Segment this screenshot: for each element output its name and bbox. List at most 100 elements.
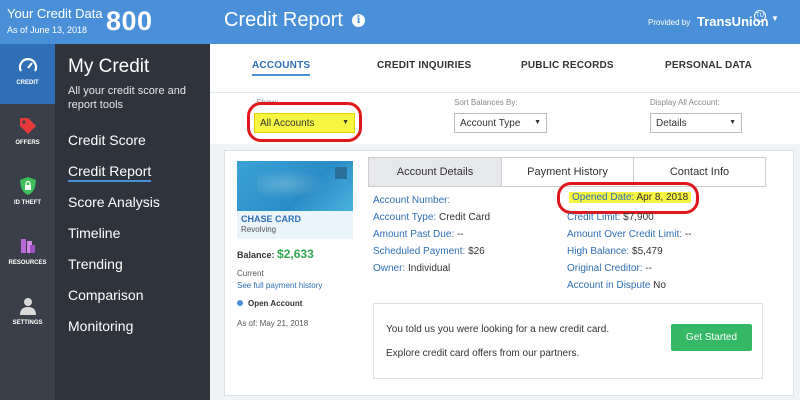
tag-icon	[19, 118, 36, 134]
tab-credit-inquiries[interactable]: CREDIT INQUIRIES	[377, 60, 471, 71]
detail-key: Owner:	[373, 263, 406, 274]
detail-key: Scheduled Payment:	[373, 246, 466, 257]
detail-account-type: Account Type: Credit Card	[373, 212, 490, 223]
rail-item-offers[interactable]: OFFERS	[0, 104, 55, 164]
as-of-date: As of June 13, 2018	[7, 25, 88, 35]
tab-accounts[interactable]: ACCOUNTS	[252, 60, 311, 76]
filter-bar: Show: All Accounts ▼ Sort Balances By: A…	[210, 92, 800, 144]
transunion-mark: TU	[754, 10, 766, 22]
open-account-status: Open Account	[237, 299, 302, 308]
page-title: Credit Report	[224, 9, 343, 31]
display-select-value: Details	[656, 118, 687, 129]
rail-label: SETTINGS	[12, 320, 43, 326]
balance: Balance: $2,633	[237, 247, 314, 261]
payment-history-link[interactable]: See full payment history	[237, 281, 322, 290]
nav-item-score-analysis[interactable]: Score Analysis	[68, 194, 160, 210]
detail-value: No	[653, 280, 666, 291]
detail-key: Amount Over Credit Limit:	[567, 229, 683, 240]
card-chip-graphic	[335, 167, 347, 179]
nav-item-timeline[interactable]: Timeline	[68, 225, 120, 241]
tab-account-details[interactable]: Account Details	[369, 158, 502, 186]
rail-item-credit[interactable]: CREDIT	[0, 44, 55, 104]
detail-value: --	[684, 229, 692, 240]
get-started-button[interactable]: Get Started	[671, 324, 752, 351]
rail-item-settings[interactable]: SETTINGS	[0, 284, 55, 344]
rail-label: RESOURCES	[8, 260, 47, 266]
annotation-circle	[247, 102, 362, 142]
nav-item-credit-report[interactable]: Credit Report	[68, 163, 152, 182]
info-icon[interactable]: i	[352, 14, 365, 27]
detail-value: --	[645, 263, 653, 274]
detail-key: Account Type:	[373, 212, 437, 223]
rail-item-resources[interactable]: RESOURCES	[0, 224, 55, 284]
account-panel: CHASE CARD Revolving Balance: $2,633 Cur…	[224, 150, 794, 396]
detail-scheduled-payment: Scheduled Payment: $26	[373, 246, 485, 257]
side-nav: My Credit All your credit score and repo…	[55, 44, 210, 400]
detail-value: Individual	[408, 263, 451, 274]
detail-key: Amount Past Due:	[373, 229, 455, 240]
account-category: Revolving	[241, 225, 277, 234]
nav-item-monitoring[interactable]: Monitoring	[68, 318, 133, 334]
card-image	[237, 161, 353, 211]
sort-select-value: Account Type	[460, 118, 521, 129]
detail-original-creditor: Original Creditor: --	[567, 263, 652, 274]
account-name: CHASE CARD	[241, 214, 302, 224]
detail-credit-limit: Credit Limit: $7,900	[567, 212, 654, 223]
person-icon	[19, 298, 36, 315]
provided-by-label: Provided by	[648, 18, 691, 27]
offer-line-1: You told us you were looking for a new c…	[386, 324, 610, 335]
credit-data-label: Your Credit Data	[7, 6, 103, 21]
rail-label: CREDIT	[16, 80, 39, 86]
detail-key: Credit Limit:	[567, 212, 621, 223]
nav-item-credit-score[interactable]: Credit Score	[68, 132, 146, 148]
nav-item-trending[interactable]: Trending	[68, 256, 123, 272]
detail-value: --	[456, 229, 464, 240]
card-label: CHASE CARD Revolving	[237, 211, 353, 239]
sort-select[interactable]: Account Type ▼	[454, 113, 547, 133]
shield-lock-icon	[19, 177, 36, 195]
detail-amount-past-due: Amount Past Due: --	[373, 229, 464, 240]
sidenav-subtitle: All your credit score and report tools	[68, 85, 186, 111]
account-as-of: As of: May 21, 2018	[237, 319, 309, 328]
detail-key: Original Creditor:	[567, 263, 643, 274]
balance-value: $2,633	[277, 247, 314, 261]
books-icon	[20, 239, 35, 253]
status-dot-icon	[237, 300, 243, 306]
report-tabs: ACCOUNTS CREDIT INQUIRIES PUBLIC RECORDS…	[210, 44, 800, 92]
detail-value: $26	[468, 246, 485, 257]
caret-down-icon: ▼	[534, 119, 541, 126]
detail-account-number: Account Number:	[373, 195, 450, 206]
detail-key: Account Number:	[373, 195, 451, 206]
world-map-graphic	[257, 169, 327, 199]
offer-line-2: Explore credit card offers from our part…	[386, 348, 580, 359]
detail-high-balance: High Balance: $5,479	[567, 246, 663, 257]
rail-item-id-theft[interactable]: ID THEFT	[0, 164, 55, 224]
balance-label: Balance:	[237, 250, 275, 260]
caret-down-icon: ▼	[729, 119, 736, 126]
detail-key: Account in Dispute	[567, 280, 651, 291]
main-content: ACCOUNTS CREDIT INQUIRIES PUBLIC RECORDS…	[210, 44, 800, 400]
tab-personal-data[interactable]: PERSONAL DATA	[665, 60, 752, 71]
detail-account-in-dispute: Account in Dispute No	[567, 280, 666, 291]
sort-label: Sort Balances By:	[454, 98, 518, 107]
display-label: Display All Account:	[650, 98, 720, 107]
account-status: Current	[237, 269, 264, 278]
annotation-circle	[557, 182, 699, 214]
nav-item-comparison[interactable]: Comparison	[68, 287, 143, 303]
icon-rail: CREDIT OFFERS ID THEFT RESOURCES SETTING…	[0, 44, 55, 400]
credit-score: 800	[106, 6, 153, 36]
rail-label: ID THEFT	[14, 200, 41, 206]
display-select[interactable]: Details ▼	[650, 113, 742, 133]
tab-public-records[interactable]: PUBLIC RECORDS	[521, 60, 614, 71]
detail-value: $5,479	[632, 246, 663, 257]
sidenav-heading: My Credit	[68, 56, 150, 77]
detail-owner: Owner: Individual	[373, 263, 450, 274]
offer-box: You told us you were looking for a new c…	[373, 303, 763, 379]
rail-label: OFFERS	[15, 140, 40, 146]
top-bar: Your Credit Data As of June 13, 2018 800…	[0, 0, 800, 44]
chevron-down-icon[interactable]: ▼	[771, 14, 779, 23]
detail-amount-over-limit: Amount Over Credit Limit: --	[567, 229, 692, 240]
detail-key: High Balance:	[567, 246, 630, 257]
gauge-icon	[18, 58, 37, 72]
detail-value: Credit Card	[438, 212, 491, 223]
